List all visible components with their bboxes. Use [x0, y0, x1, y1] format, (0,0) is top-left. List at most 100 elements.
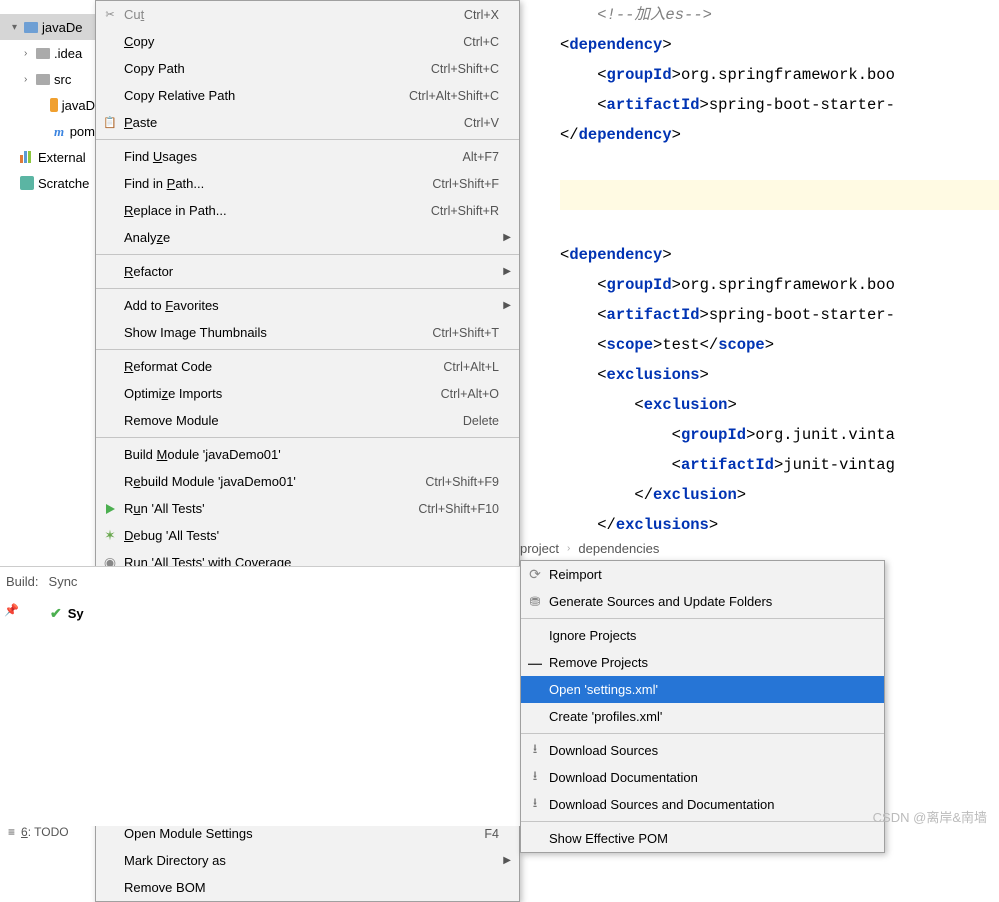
tree-item[interactable]: Scratche	[0, 170, 95, 196]
submenu-item[interactable]: Show Effective POM	[521, 825, 884, 852]
shortcut: Delete	[463, 414, 499, 428]
tree-item[interactable]: mpom	[0, 118, 95, 144]
menu-item[interactable]: Run 'All Tests'Ctrl+Shift+F10	[96, 495, 519, 522]
menu-item[interactable]: Reformat CodeCtrl+Alt+L	[96, 353, 519, 380]
build-label: Build:	[6, 574, 39, 589]
chevron-right-icon: ›	[567, 543, 570, 554]
shortcut: Ctrl+Shift+F10	[418, 502, 499, 516]
menu-item[interactable]: Find in Path...Ctrl+Shift+F	[96, 170, 519, 197]
menu-item[interactable]: ✂ CutCtrl+X	[96, 1, 519, 28]
shortcut: Ctrl+Shift+C	[431, 62, 499, 76]
submenu-item[interactable]: ⭳Download Documentation	[521, 764, 884, 791]
code-editor[interactable]: <!--加入es--><dependency> <groupId>org.spr…	[560, 0, 999, 530]
menu-item[interactable]: CopyCtrl+C	[96, 28, 519, 55]
tree-item[interactable]: ▾javaDe	[0, 14, 95, 40]
menu-item[interactable]: Optimize ImportsCtrl+Alt+O	[96, 380, 519, 407]
submenu-item[interactable]: ⛃ Generate Sources and Update Folders	[521, 588, 884, 615]
play-icon	[102, 501, 118, 517]
submenu-item[interactable]: ⭳ Download Sources and Documentation	[521, 791, 884, 818]
todo-icon: ≡	[8, 825, 15, 839]
menu-item[interactable]: ✶ Debug 'All Tests'	[96, 522, 519, 549]
menu-item[interactable]: Refactor▶	[96, 258, 519, 285]
shortcut: Ctrl+X	[464, 8, 499, 22]
breadcrumb-item[interactable]: project	[520, 541, 559, 556]
download-icon: ⭳	[527, 797, 543, 813]
menu-item[interactable]: Copy PathCtrl+Shift+C	[96, 55, 519, 82]
pin-icon[interactable]: 📌	[4, 603, 19, 617]
menu-label: Remove Module	[124, 413, 463, 428]
menu-item[interactable]: Mark Directory as▶	[96, 847, 519, 874]
menu-item[interactable]: 📋 PasteCtrl+V	[96, 109, 519, 136]
minus-icon: —	[527, 655, 543, 671]
shortcut: Ctrl+Shift+F	[432, 177, 499, 191]
bug-icon: ✶	[102, 528, 118, 544]
menu-item[interactable]: Analyze▶	[96, 224, 519, 251]
menu-label: Add to Favorites	[124, 298, 499, 313]
menu-item[interactable]: Rebuild Module 'javaDemo01'Ctrl+Shift+F9	[96, 468, 519, 495]
paste-icon: 📋	[102, 115, 118, 131]
submenu-item[interactable]: Open 'settings.xml'	[521, 676, 884, 703]
menu-label: Open Module Settings	[124, 826, 484, 841]
submenu-arrow-icon: ▶	[503, 855, 511, 866]
expand-icon[interactable]: ›	[24, 74, 36, 85]
tree-item[interactable]: › .idea	[0, 40, 95, 66]
project-tree: ▾javaDe › .idea ›src javaD mpom External Scratc…	[0, 0, 95, 560]
shortcut: Ctrl+Shift+T	[432, 326, 499, 340]
maven-submenu: ⟳Reimport ⛃ Generate Sources and Update Fo…	[520, 560, 885, 853]
menu-separator	[96, 437, 519, 438]
menu-label: Run 'All Tests'	[124, 501, 418, 516]
tree-label: pom	[70, 124, 95, 139]
menu-label: Download Sources and Documentation	[549, 797, 864, 812]
menu-item[interactable]: Show Image ThumbnailsCtrl+Shift+T	[96, 319, 519, 346]
menu-label: Remove Projects	[549, 655, 864, 670]
tree-item[interactable]: javaD	[0, 92, 95, 118]
menu-label: Generate Sources and Update Folders	[549, 594, 864, 609]
menu-item[interactable]: Copy Relative PathCtrl+Alt+Shift+C	[96, 82, 519, 109]
shortcut: Ctrl+V	[464, 116, 499, 130]
submenu-item[interactable]: ⭳Download Sources	[521, 737, 884, 764]
menu-label: Paste	[124, 115, 464, 130]
breadcrumb[interactable]: project › dependencies	[520, 534, 659, 562]
submenu-item[interactable]: — Remove Projects	[521, 649, 884, 676]
cut-icon: ✂	[102, 7, 118, 23]
submenu-item[interactable]: ⟳Reimport	[521, 561, 884, 588]
menu-item[interactable]: Remove ModuleDelete	[96, 407, 519, 434]
menu-item[interactable]: Remove BOM	[96, 874, 519, 901]
shortcut: Ctrl+Alt+O	[441, 387, 499, 401]
menu-label: Optimize Imports	[124, 386, 441, 401]
menu-label: Debug 'All Tests'	[124, 528, 499, 543]
menu-item[interactable]: Find UsagesAlt+F7	[96, 143, 519, 170]
menu-label: Copy	[124, 34, 463, 49]
folder-icon	[36, 74, 50, 85]
menu-label: Reformat Code	[124, 359, 443, 374]
menu-label: Replace in Path...	[124, 203, 431, 218]
shortcut: Ctrl+Alt+Shift+C	[409, 89, 499, 103]
menu-separator	[96, 254, 519, 255]
bottom-bar: ≡ 6: TODO	[0, 820, 69, 844]
tree-item[interactable]: External	[0, 144, 95, 170]
tree-label: javaD	[62, 98, 95, 113]
menu-item[interactable]: Build Module 'javaDemo01'	[96, 441, 519, 468]
shortcut: Ctrl+Shift+F9	[425, 475, 499, 489]
tree-item[interactable]: ›src	[0, 66, 95, 92]
submenu-item[interactable]: Create 'profiles.xml'	[521, 703, 884, 730]
breadcrumb-item[interactable]: dependencies	[578, 541, 659, 556]
menu-label: Create 'profiles.xml'	[549, 709, 864, 724]
expand-icon[interactable]: ›	[24, 48, 36, 59]
tree-label: .idea	[54, 46, 82, 61]
todo-label[interactable]: 6: TODO	[21, 825, 69, 839]
menu-item[interactable]: Add to Favorites▶	[96, 292, 519, 319]
menu-label: Analyze	[124, 230, 499, 245]
expand-icon[interactable]: ▾	[12, 22, 24, 33]
submenu-item[interactable]: Ignore Projects	[521, 622, 884, 649]
tree-label: Scratche	[38, 176, 89, 191]
watermark: CSDN @离岸&南墙	[873, 807, 987, 826]
build-header: Build: Sync	[0, 567, 520, 595]
menu-label: Cut	[124, 7, 464, 22]
submenu-arrow-icon: ▶	[503, 266, 511, 277]
shortcut: F4	[484, 827, 499, 841]
build-tab[interactable]: Sync	[49, 574, 78, 589]
tree-label: External	[38, 150, 86, 165]
generate-icon: ⛃	[527, 594, 543, 610]
menu-item[interactable]: Replace in Path...Ctrl+Shift+R	[96, 197, 519, 224]
